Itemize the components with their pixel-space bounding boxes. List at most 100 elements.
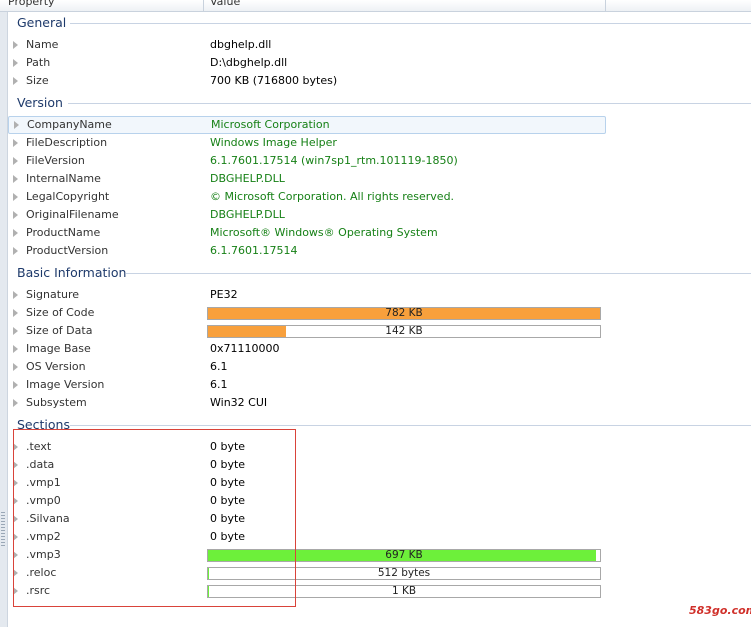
section-size: 0 byte <box>210 530 246 543</box>
size-bar: 782 KB <box>207 307 601 320</box>
property-row-fileversion[interactable]: FileVersion 6.1.7601.17514 (win7sp1_rtm.… <box>8 152 604 170</box>
property-row-path[interactable]: Path D:\dbghelp.dll <box>8 54 604 72</box>
expand-triangle-icon <box>13 229 18 237</box>
column-divider[interactable] <box>605 0 606 11</box>
property-name: ProductName <box>26 226 101 239</box>
property-row-os-version[interactable]: OS Version 6.1 <box>8 358 604 376</box>
section-name: .rsrc <box>26 584 51 597</box>
section-size: 0 byte <box>210 458 246 471</box>
section-row-reloc[interactable]: .reloc 512 bytes <box>8 564 604 582</box>
property-row-productversion[interactable]: ProductVersion 6.1.7601.17514 <box>8 242 604 260</box>
property-value: © Microsoft Corporation. All rights rese… <box>210 190 455 203</box>
expand-triangle-icon <box>13 587 18 595</box>
expand-triangle-icon <box>13 309 18 317</box>
property-name: ProductVersion <box>26 244 109 257</box>
property-row-name[interactable]: Name dbghelp.dll <box>8 36 604 54</box>
expand-triangle-icon <box>13 247 18 255</box>
property-name: OS Version <box>26 360 86 373</box>
section-name: .text <box>26 440 52 453</box>
section-row-vmp1[interactable]: .vmp1 0 byte <box>8 474 604 492</box>
property-value: 0x71110000 <box>210 342 280 355</box>
section-size-bar: 697 KB <box>207 549 601 562</box>
property-column-header[interactable]: Property <box>8 0 55 9</box>
property-row-internalname[interactable]: InternalName DBGHELP.DLL <box>8 170 604 188</box>
watermark-logo: 583go.com <box>689 604 751 617</box>
group-divider <box>70 23 751 24</box>
section-name: .vmp0 <box>26 494 61 507</box>
property-value: 6.1.7601.17514 <box>210 244 298 257</box>
section-size-bar: 512 bytes <box>207 567 601 580</box>
section-row-vmp2[interactable]: .vmp2 0 byte <box>8 528 604 546</box>
splitter-grip-icon[interactable] <box>1 512 5 548</box>
value-column-header[interactable]: Value <box>210 0 240 9</box>
property-row-size-of-code[interactable]: Size of Code 782 KB <box>8 304 604 322</box>
section-row-text[interactable]: .text 0 byte <box>8 438 604 456</box>
property-row-legalcopyright[interactable]: LegalCopyright © Microsoft Corporation. … <box>8 188 604 206</box>
property-value: 6.1 <box>210 378 228 391</box>
splitter-gutter[interactable] <box>0 12 8 627</box>
property-row-originalfilename[interactable]: OriginalFilename DBGHELP.DLL <box>8 206 604 224</box>
expand-triangle-icon <box>13 479 18 487</box>
expand-triangle-icon <box>13 399 18 407</box>
property-value: 6.1.7601.17514 (win7sp1_rtm.101119-1850) <box>210 154 458 167</box>
expand-triangle-icon <box>13 327 18 335</box>
property-name: FileDescription <box>26 136 108 149</box>
expand-triangle-icon <box>13 193 18 201</box>
property-row-image-version[interactable]: Image Version 6.1 <box>8 376 604 394</box>
expand-triangle-icon <box>13 291 18 299</box>
property-name: FileVersion <box>26 154 85 167</box>
expand-triangle-icon <box>13 175 18 183</box>
property-name: Name <box>26 38 59 51</box>
section-name: .reloc <box>26 566 57 579</box>
section-size: 0 byte <box>210 440 246 453</box>
section-size: 0 byte <box>210 494 246 507</box>
section-row-data[interactable]: .data 0 byte <box>8 456 604 474</box>
property-row-signature[interactable]: Signature PE32 <box>8 286 604 304</box>
expand-triangle-icon <box>13 443 18 451</box>
property-value: Microsoft® Windows® Operating System <box>210 226 438 239</box>
section-name: .data <box>26 458 55 471</box>
section-size-bar-label: 512 bytes <box>377 567 431 579</box>
group-divider <box>126 273 751 274</box>
column-header: Property Value <box>0 0 751 12</box>
group-divider <box>70 425 751 426</box>
property-row-size[interactable]: Size 700 KB (716800 bytes) <box>8 72 604 90</box>
property-value: D:\dbghelp.dll <box>210 56 288 69</box>
section-row-vmp0[interactable]: .vmp0 0 byte <box>8 492 604 510</box>
property-name: LegalCopyright <box>26 190 110 203</box>
property-name: Image Version <box>26 378 105 391</box>
property-name: Size <box>26 74 49 87</box>
group-version-title: Version <box>17 95 63 110</box>
property-name: Image Base <box>26 342 91 355</box>
property-name: InternalName <box>26 172 101 185</box>
group-sections-title: Sections <box>17 417 70 432</box>
group-divider <box>68 103 751 104</box>
property-row-size-of-data[interactable]: Size of Data 142 KB <box>8 322 604 340</box>
property-name: CompanyName <box>27 118 112 131</box>
property-name: Size of Code <box>26 306 95 319</box>
property-row-image-base[interactable]: Image Base 0x71110000 <box>8 340 604 358</box>
section-row-vmp3[interactable]: .vmp3 697 KB <box>8 546 604 564</box>
property-row-productname[interactable]: ProductName Microsoft® Windows® Operatin… <box>8 224 604 242</box>
expand-triangle-icon <box>13 497 18 505</box>
expand-triangle-icon <box>13 461 18 469</box>
expand-triangle-icon <box>13 345 18 353</box>
size-bar-label: 142 KB <box>385 325 423 337</box>
section-row-silvana[interactable]: .Silvana 0 byte <box>8 510 604 528</box>
column-divider[interactable] <box>203 0 204 11</box>
property-name: Signature <box>26 288 80 301</box>
property-value: Microsoft Corporation <box>211 118 330 131</box>
property-value: 6.1 <box>210 360 228 373</box>
expand-triangle-icon <box>13 59 18 67</box>
property-value: DBGHELP.DLL <box>210 172 285 185</box>
expand-triangle-icon <box>13 77 18 85</box>
group-basic-title: Basic Information <box>17 265 127 280</box>
property-row-filedescription[interactable]: FileDescription Windows Image Helper <box>8 134 604 152</box>
section-name: .vmp1 <box>26 476 61 489</box>
property-row-subsystem[interactable]: Subsystem Win32 CUI <box>8 394 604 412</box>
section-row-rsrc[interactable]: .rsrc 1 KB <box>8 582 604 600</box>
expand-triangle-icon <box>13 139 18 147</box>
property-name: Path <box>26 56 51 69</box>
expand-triangle-icon <box>13 363 18 371</box>
property-row-companyname[interactable]: CompanyName Microsoft Corporation <box>8 116 606 134</box>
